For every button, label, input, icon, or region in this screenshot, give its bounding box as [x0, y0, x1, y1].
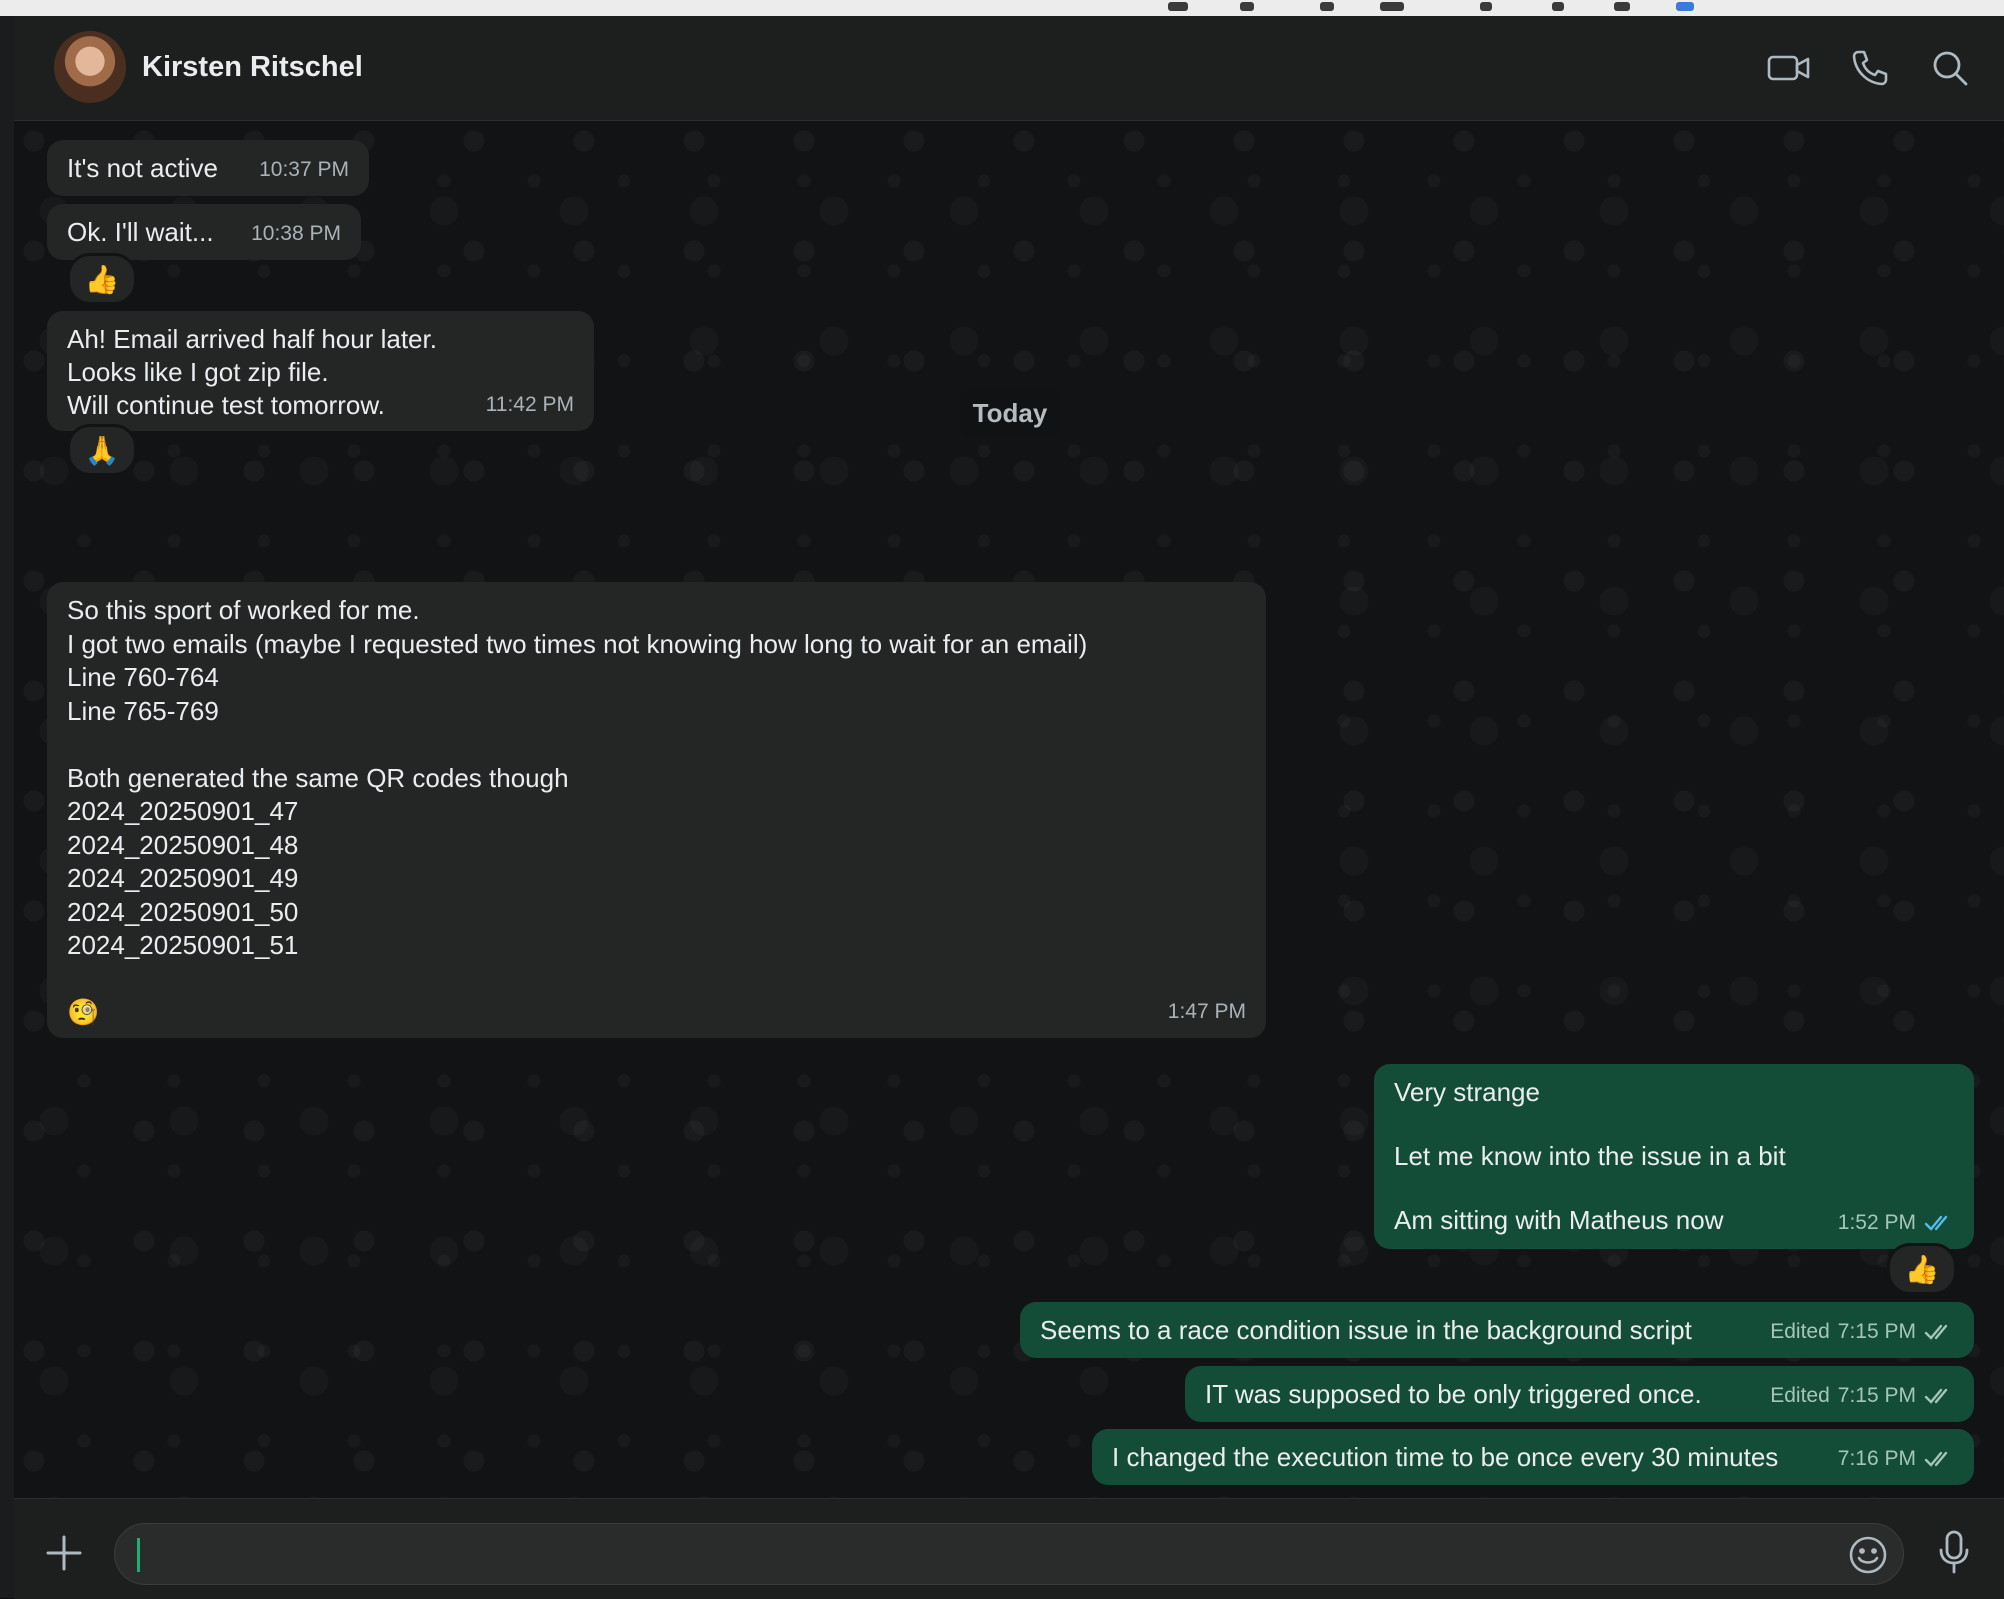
- message-bubble-incoming[interactable]: Ok. I'll wait... 10:38 PM: [47, 204, 361, 260]
- message-composer: [14, 1498, 2004, 1599]
- menubar-status-icon: [1614, 2, 1630, 11]
- message-text: It's not active: [67, 153, 218, 183]
- delivered-ticks-icon: [1924, 1451, 1948, 1467]
- message-time: 7:16 PM: [1837, 1447, 1916, 1470]
- message-bubble-incoming[interactable]: Ah! Email arrived half hour later. Looks…: [47, 311, 594, 431]
- day-divider: Today: [960, 389, 1060, 437]
- search-icon[interactable]: [1928, 46, 1972, 90]
- message-meta: 7:16 PM: [1838, 1442, 1954, 1475]
- message-meta: 11:42 PM: [486, 388, 574, 421]
- message-meta: 1:52 PM: [1838, 1207, 1954, 1239]
- message-text: Seems to a race condition issue in the b…: [1040, 1315, 1692, 1345]
- reaction-badge[interactable]: 🙏: [67, 424, 137, 476]
- message-time: 7:15 PM: [1837, 1384, 1916, 1407]
- menubar-status-icon: [1480, 2, 1492, 11]
- read-ticks-icon: [1924, 1215, 1948, 1231]
- message-text: Ah! Email arrived half hour later. Looks…: [67, 324, 437, 420]
- message-bubble-outgoing[interactable]: I changed the execution time to be once …: [1092, 1429, 1974, 1485]
- reaction-badge[interactable]: 👍: [1887, 1243, 1957, 1295]
- message-meta: Edited 7:15 PM: [1770, 1315, 1954, 1348]
- edited-label: Edited: [1770, 1320, 1830, 1343]
- message-bubble-outgoing[interactable]: IT was supposed to be only triggered onc…: [1185, 1366, 1974, 1422]
- message-input[interactable]: [137, 1532, 1801, 1578]
- video-icon[interactable]: [1766, 46, 1812, 90]
- message-bubble-outgoing[interactable]: Seems to a race condition issue in the b…: [1020, 1302, 1974, 1358]
- message-text: Ok. I'll wait...: [67, 217, 214, 247]
- message-time: 7:15 PM: [1837, 1320, 1916, 1343]
- menubar-status-icon: [1240, 2, 1254, 11]
- menubar-status-icon: [1552, 2, 1564, 11]
- contact-name[interactable]: Kirsten Ritschel: [142, 51, 363, 84]
- edited-label: Edited: [1770, 1384, 1830, 1407]
- emoji-icon[interactable]: [1847, 1534, 1889, 1576]
- system-menu-bar: [0, 0, 2004, 17]
- avatar[interactable]: [54, 31, 126, 103]
- message-text: So this sport of worked for me. I got tw…: [67, 595, 1088, 1027]
- message-bubble-incoming[interactable]: It's not active 10:37 PM: [47, 140, 369, 196]
- message-meta: 10:38 PM: [251, 217, 341, 250]
- chat-header[interactable]: Kirsten Ritschel: [14, 16, 2004, 121]
- message-time: 10:37 PM: [259, 158, 349, 181]
- message-time: 10:38 PM: [251, 222, 341, 245]
- menubar-status-icon: [1676, 2, 1694, 11]
- reaction-badge[interactable]: 👍: [67, 253, 137, 305]
- message-text: IT was supposed to be only triggered onc…: [1205, 1379, 1702, 1409]
- message-time: 1:47 PM: [1167, 999, 1246, 1023]
- phone-icon[interactable]: [1848, 46, 1892, 90]
- delivered-ticks-icon: [1924, 1388, 1948, 1404]
- message-bubble-outgoing[interactable]: Very strange Let me know into the issue …: [1374, 1064, 1974, 1249]
- message-text: Very strange Let me know into the issue …: [1394, 1077, 1786, 1235]
- menubar-status-icon: [1168, 2, 1188, 11]
- attach-plus-icon[interactable]: [44, 1533, 84, 1573]
- message-meta: Edited 7:15 PM: [1770, 1379, 1954, 1412]
- message-meta: 1:47 PM: [1168, 995, 1246, 1029]
- text-caret: [137, 1538, 140, 1572]
- message-bubble-incoming[interactable]: So this sport of worked for me. I got tw…: [47, 582, 1266, 1038]
- message-text: I changed the execution time to be once …: [1112, 1442, 1779, 1472]
- delivered-ticks-icon: [1924, 1324, 1948, 1340]
- message-time: 1:52 PM: [1837, 1211, 1916, 1234]
- microphone-icon[interactable]: [1934, 1529, 1974, 1575]
- menubar-status-icon: [1320, 2, 1334, 11]
- menubar-status-icon: [1380, 2, 1404, 11]
- message-meta: 10:37 PM: [259, 153, 349, 186]
- message-time: 11:42 PM: [485, 393, 574, 416]
- chat-list-edge: [0, 16, 15, 1598]
- message-input-container[interactable]: [114, 1523, 1904, 1585]
